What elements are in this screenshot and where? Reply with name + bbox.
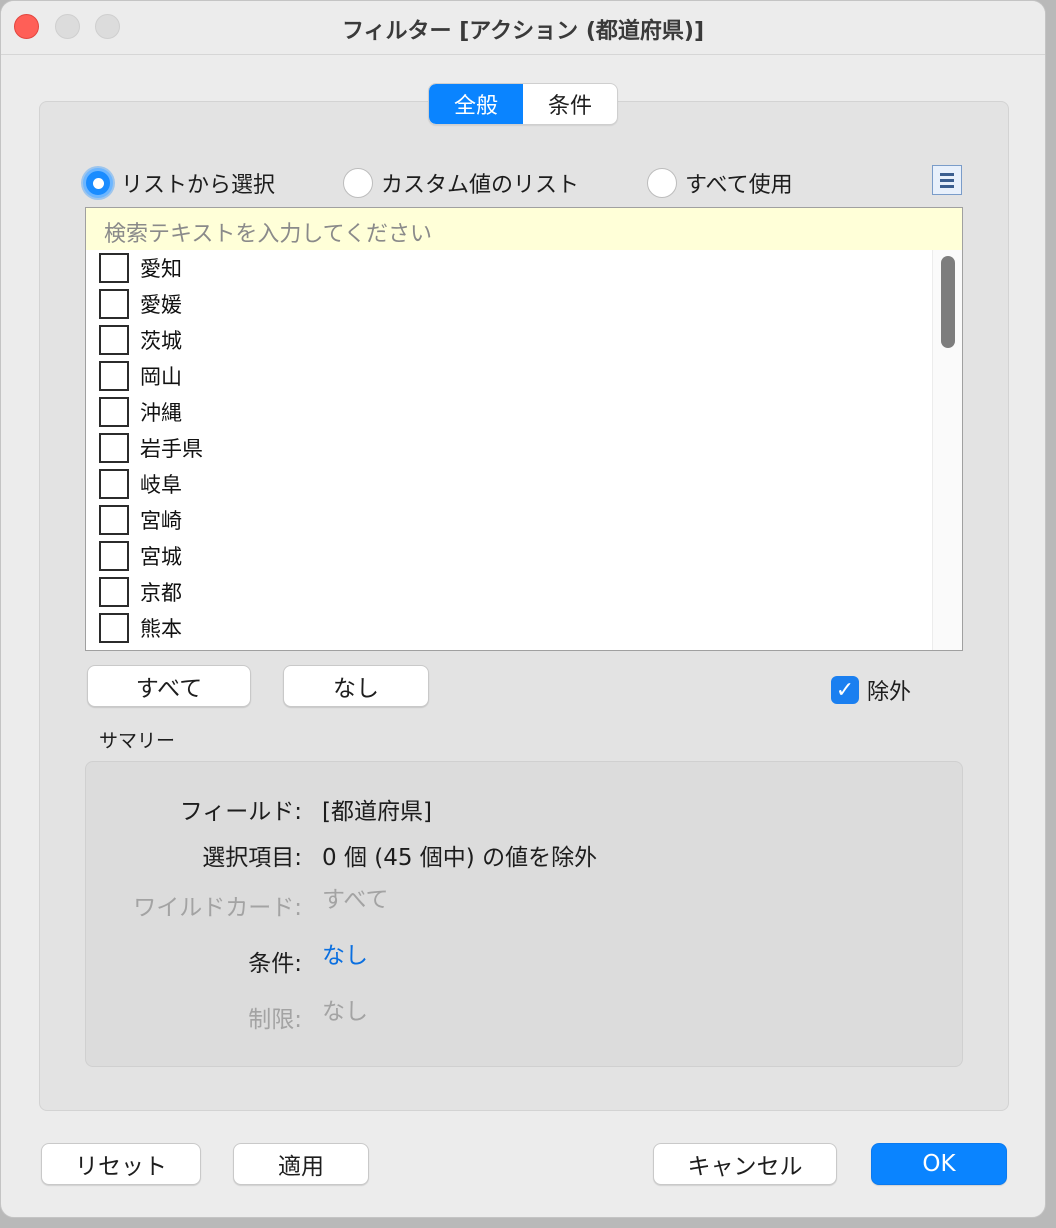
radio-label: カスタム値のリスト (381, 173, 580, 198)
exclude-toggle[interactable]: ✓ 除外 (831, 674, 911, 706)
ok-button[interactable]: OK (871, 1143, 1007, 1185)
item-checkbox[interactable] (99, 469, 129, 499)
summary-heading: サマリー (99, 730, 176, 752)
item-checkbox[interactable] (99, 397, 129, 427)
radio-label: リストから選択 (121, 173, 276, 198)
item-label: 宮城 (140, 545, 182, 569)
exclude-label: 除外 (867, 680, 912, 705)
tab-general[interactable]: 全般 (429, 84, 523, 124)
item-checkbox[interactable] (99, 289, 129, 319)
summary-value: [都道府県] (322, 799, 432, 825)
list-item[interactable]: 宮崎 (86, 502, 962, 538)
scrollbar-thumb[interactable] (941, 256, 955, 348)
summary-key: 条件: (248, 951, 302, 977)
item-checkbox[interactable] (99, 325, 129, 355)
item-checkbox[interactable] (99, 253, 129, 283)
summary-key: ワイルドカード: (133, 895, 302, 921)
item-checkbox[interactable] (99, 433, 129, 463)
summary-box: フィールド: [都道府県] 選択項目: 0 個 (45 個中) の値を除外 ワイ… (85, 761, 963, 1067)
summary-row-selection: 選択項目: 0 個 (45 個中) の値を除外 (86, 838, 962, 878)
item-checkbox[interactable] (99, 505, 129, 535)
menu-lines-icon (940, 172, 954, 176)
item-label: 沖縄 (140, 401, 182, 425)
tab-condition[interactable]: 条件 (523, 84, 617, 124)
item-label: 岐阜 (140, 473, 182, 497)
item-label: 愛知 (140, 257, 182, 281)
radio-custom-value-list[interactable]: カスタム値のリスト (343, 163, 579, 203)
radio-button-checked[interactable] (83, 168, 113, 198)
summary-key: フィールド: (179, 799, 302, 825)
item-label: 岩手県 (140, 437, 203, 461)
summary-row-limit: 制限: なし (86, 996, 962, 1036)
summary-value: すべて (322, 887, 389, 913)
summary-row-wildcard: ワイルドカード: すべて (86, 884, 962, 924)
radio-button[interactable] (343, 168, 373, 198)
radio-button[interactable] (647, 168, 677, 198)
apply-button[interactable]: 適用 (233, 1143, 369, 1185)
summary-row-condition: 条件: なし (86, 940, 962, 980)
list-item[interactable]: 愛媛 (86, 286, 962, 322)
summary-key: 選択項目: (202, 845, 302, 871)
item-checkbox[interactable] (99, 613, 129, 643)
item-label: 京都 (140, 581, 182, 605)
radio-label: すべて使用 (685, 173, 793, 198)
list-item[interactable]: 京都 (86, 574, 962, 610)
reset-button[interactable]: リセット (41, 1143, 201, 1185)
list-item[interactable]: 熊本 (86, 610, 962, 646)
window-title: フィルター [アクション (都道府県)] (342, 19, 704, 44)
cancel-button[interactable]: キャンセル (653, 1143, 837, 1185)
radio-use-all[interactable]: すべて使用 (647, 163, 793, 203)
list-item[interactable]: 沖縄 (86, 394, 962, 430)
select-none-button[interactable]: なし (283, 665, 429, 707)
list-item[interactable]: 岐阜 (86, 466, 962, 502)
item-label: 岡山 (140, 365, 182, 389)
summary-value: 0 個 (45 個中) の値を除外 (322, 845, 598, 871)
item-label: 愛媛 (140, 293, 182, 317)
radio-select-from-list[interactable]: リストから選択 (83, 163, 275, 203)
item-checkbox[interactable] (99, 361, 129, 391)
item-label: 熊本 (140, 617, 182, 641)
list-item[interactable]: 宮城 (86, 538, 962, 574)
summary-row-field: フィールド: [都道府県] (86, 792, 962, 832)
value-list[interactable]: 愛知 愛媛 茨城 岡山 沖縄 岩手県 岐阜 宮崎 宮城 京都 熊本 (85, 250, 963, 651)
item-checkbox[interactable] (99, 577, 129, 607)
checkmark-icon[interactable]: ✓ (831, 676, 859, 704)
list-item[interactable]: 茨城 (86, 322, 962, 358)
item-label: 茨城 (140, 329, 182, 353)
summary-value: なし (322, 999, 368, 1025)
title-bar: フィルター [アクション (都道府県)] (1, 1, 1045, 55)
list-item[interactable]: 岩手県 (86, 430, 962, 466)
item-label: 宮崎 (140, 509, 182, 533)
tab-bar: 全般 条件 (428, 83, 618, 125)
filter-dialog: フィルター [アクション (都道府県)] 全般 条件 リストから選択 カスタム値… (0, 0, 1046, 1218)
search-input[interactable]: 検索テキストを入力してください (85, 207, 963, 251)
summary-key: 制限: (248, 1007, 302, 1033)
list-item[interactable]: 岡山 (86, 358, 962, 394)
list-menu-button[interactable] (932, 165, 962, 195)
list-item[interactable]: 愛知 (86, 250, 962, 286)
item-checkbox[interactable] (99, 541, 129, 571)
condition-link[interactable]: なし (322, 936, 368, 970)
list-scrollbar[interactable] (932, 250, 962, 650)
select-all-button[interactable]: すべて (87, 665, 251, 707)
